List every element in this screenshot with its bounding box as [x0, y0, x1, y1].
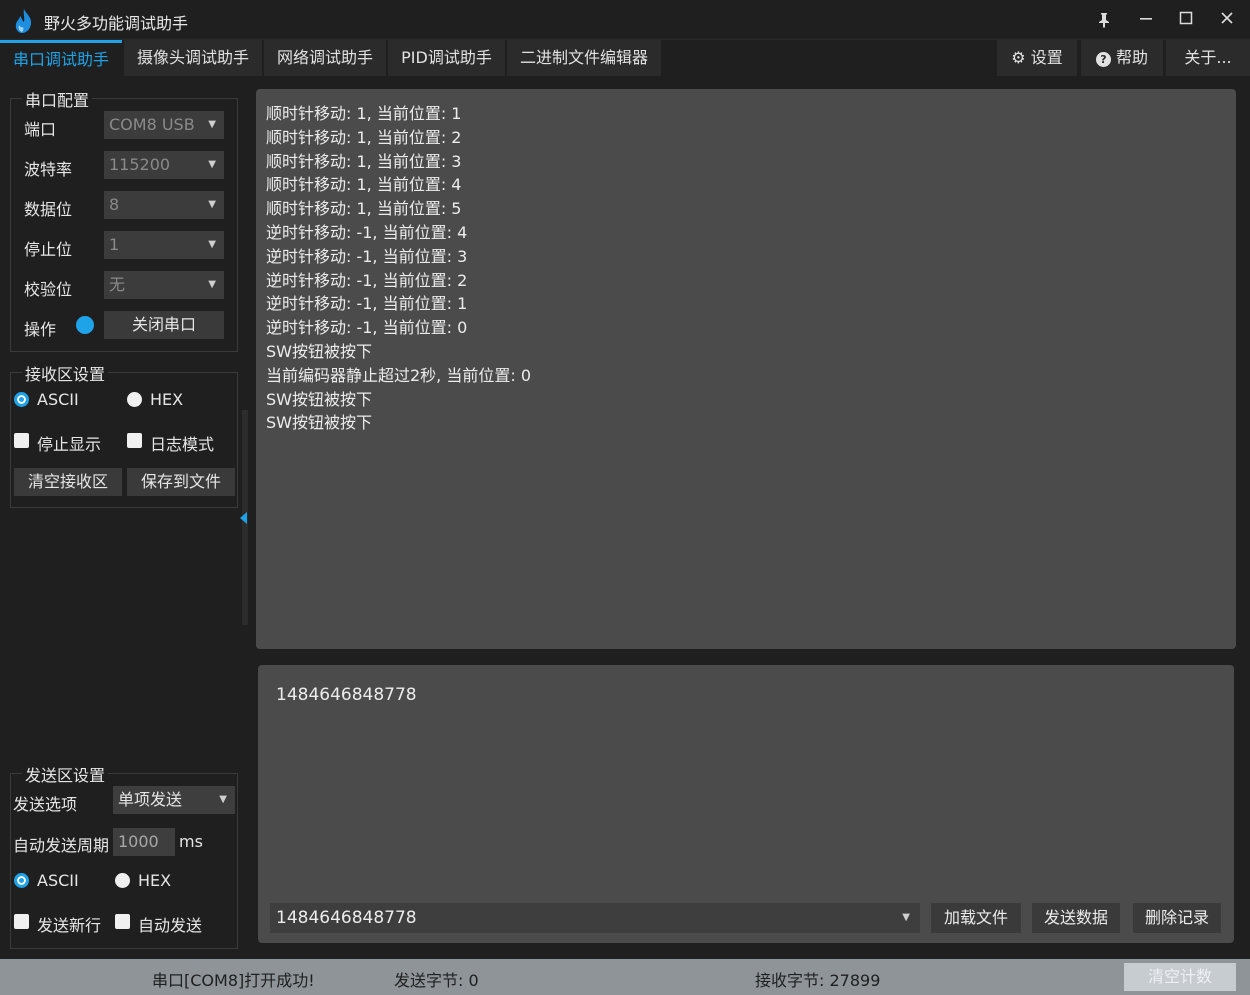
send-hex-label: HEX — [138, 871, 172, 890]
about-tab[interactable]: 关于... — [1166, 40, 1250, 76]
close-button[interactable] — [1212, 6, 1242, 34]
collapse-arrow-icon[interactable] — [240, 512, 247, 524]
stop-display-label: 停止显示 — [37, 435, 102, 454]
send-panel: 1484646848778 1484646848778 ▼ 加载文件 发送数据 删… — [258, 665, 1234, 943]
baud-select[interactable]: 115200 ▼ — [104, 151, 224, 179]
receive-line: 逆时针移动: -1, 当前位置: 1 — [266, 294, 468, 314]
send-newline-checkbox[interactable] — [14, 914, 29, 929]
receive-line: 顺时针移动: 1, 当前位置: 5 — [266, 199, 462, 219]
settings-tab[interactable]: ⚙ 设置 — [997, 40, 1077, 76]
databits-label: 数据位 — [24, 200, 73, 219]
stopbits-select[interactable]: 1 ▼ — [104, 231, 224, 259]
receive-lines: 顺时针移动: 1, 当前位置: 1 顺时针移动: 1, 当前位置: 2 顺时针移动:… — [266, 102, 531, 435]
help-tab[interactable]: ? 帮助 — [1081, 40, 1163, 76]
tab-network-assistant[interactable]: 网络调试助手 — [264, 40, 386, 76]
send-option-value: 单项发送 — [118, 790, 183, 809]
save-to-file-button[interactable]: 保存到文件 — [127, 468, 235, 496]
chevron-down-icon: ▼ — [208, 239, 216, 250]
period-unit-label: ms — [179, 832, 203, 851]
tab-pid-assistant[interactable]: PID调试助手 — [388, 40, 505, 76]
stopbits-value: 1 — [109, 235, 120, 254]
send-newline-label: 发送新行 — [37, 916, 102, 935]
chevron-down-icon: ▼ — [208, 159, 216, 170]
send-ascii-radio[interactable] — [14, 873, 29, 888]
chevron-down-icon: ▼ — [208, 119, 216, 130]
minimize-button[interactable] — [1131, 6, 1161, 34]
databits-select[interactable]: 8 ▼ — [104, 191, 224, 219]
send-history-select[interactable]: 1484646848778 ▼ — [270, 903, 920, 933]
databits-value: 8 — [109, 195, 120, 214]
parity-label: 校验位 — [24, 280, 73, 299]
send-option-label: 发送选项 — [13, 795, 78, 814]
baud-label: 波特率 — [24, 160, 73, 179]
close-port-button[interactable]: 关闭串口 — [104, 311, 224, 339]
receive-line: SW按钮被按下 — [266, 413, 372, 433]
parity-value: 无 — [109, 275, 126, 294]
port-label: 端口 — [24, 120, 57, 139]
clear-recv-button[interactable]: 清空接收区 — [14, 468, 122, 496]
send-data-button[interactable]: 发送数据 — [1032, 903, 1120, 933]
receive-line: 当前编码器静止超过2秒, 当前位置: 0 — [266, 365, 532, 385]
receive-line: 顺时针移动: 1, 当前位置: 2 — [266, 127, 462, 147]
recv-ascii-radio[interactable] — [14, 392, 29, 407]
send-option-select[interactable]: 单项发送 ▼ — [113, 786, 235, 814]
receive-line: 顺时针移动: 1, 当前位置: 1 — [266, 104, 462, 123]
receive-line: 逆时针移动: -1, 当前位置: 4 — [266, 222, 468, 242]
tab-binary-editor[interactable]: 二进制文件编辑器 — [507, 40, 661, 76]
send-textarea[interactable]: 1484646848778 — [276, 685, 417, 705]
send-ascii-label: ASCII — [37, 871, 79, 890]
send-history-value: 1484646848778 — [276, 908, 417, 928]
recv-bytes-text: 接收字节: 27899 — [755, 971, 881, 990]
maximize-button[interactable] — [1171, 6, 1201, 34]
recv-hex-label: HEX — [150, 390, 184, 409]
load-file-button[interactable]: 加载文件 — [931, 903, 1021, 933]
chevron-down-icon: ▼ — [902, 912, 910, 923]
port-select[interactable]: COM8 USB ▼ — [104, 111, 224, 139]
serial-config-title: 串口配置 — [22, 87, 93, 111]
baud-value: 115200 — [109, 155, 171, 174]
sent-bytes-text: 发送字节: 0 — [394, 971, 479, 990]
help-label: 帮助 — [1116, 48, 1149, 67]
auto-send-checkbox[interactable] — [115, 914, 130, 929]
window-title: 野火多功能调试助手 — [44, 14, 189, 33]
receive-line: 顺时针移动: 1, 当前位置: 3 — [266, 151, 462, 171]
send-settings-title: 发送区设置 — [22, 762, 109, 786]
delete-history-button[interactable]: 删除记录 — [1133, 903, 1221, 933]
receive-textarea[interactable]: 顺时针移动: 1, 当前位置: 1 顺时针移动: 1, 当前位置: 2 顺时针移动:… — [256, 89, 1236, 649]
receive-line: 顺时针移动: 1, 当前位置: 4 — [266, 175, 462, 195]
tab-camera-assistant[interactable]: 摄像头调试助手 — [124, 40, 262, 76]
auto-period-label: 自动发送周期 — [13, 836, 110, 855]
clear-count-button[interactable]: 清空计数 — [1124, 963, 1236, 991]
settings-label: 设置 — [1030, 48, 1063, 67]
recv-ascii-label: ASCII — [37, 390, 79, 409]
gear-icon: ⚙ — [1011, 48, 1026, 67]
receive-line: SW按钮被按下 — [266, 389, 372, 409]
chevron-down-icon: ▼ — [208, 199, 216, 210]
auto-period-input[interactable]: 1000 — [113, 828, 175, 856]
send-hex-radio[interactable] — [115, 873, 130, 888]
stop-display-checkbox[interactable] — [14, 433, 29, 448]
receive-line: 逆时针移动: -1, 当前位置: 3 — [266, 246, 468, 266]
parity-select[interactable]: 无 ▼ — [104, 271, 224, 299]
receive-line: SW按钮被按下 — [266, 341, 372, 361]
log-mode-label: 日志模式 — [150, 435, 215, 454]
receive-line: 逆时针移动: -1, 当前位置: 2 — [266, 270, 468, 290]
help-icon: ? — [1095, 52, 1111, 67]
stopbits-label: 停止位 — [24, 240, 73, 259]
port-status-indicator-icon — [76, 316, 94, 334]
recv-settings-title: 接收区设置 — [22, 361, 109, 385]
chevron-down-icon: ▼ — [208, 279, 216, 290]
log-mode-checkbox[interactable] — [127, 433, 142, 448]
pin-icon[interactable] — [1089, 6, 1119, 34]
chevron-down-icon: ▼ — [219, 794, 227, 805]
port-value: COM8 USB — [109, 115, 195, 134]
port-status-text: 串口[COM8]打开成功! — [152, 971, 315, 990]
recv-hex-radio[interactable] — [127, 392, 142, 407]
operation-label: 操作 — [24, 320, 57, 339]
receive-line: 逆时针移动: -1, 当前位置: 0 — [266, 318, 468, 338]
tab-serial-assistant[interactable]: 串口调试助手 — [0, 40, 122, 76]
auto-send-label: 自动发送 — [138, 916, 203, 935]
flame-logo-icon — [15, 9, 32, 33]
